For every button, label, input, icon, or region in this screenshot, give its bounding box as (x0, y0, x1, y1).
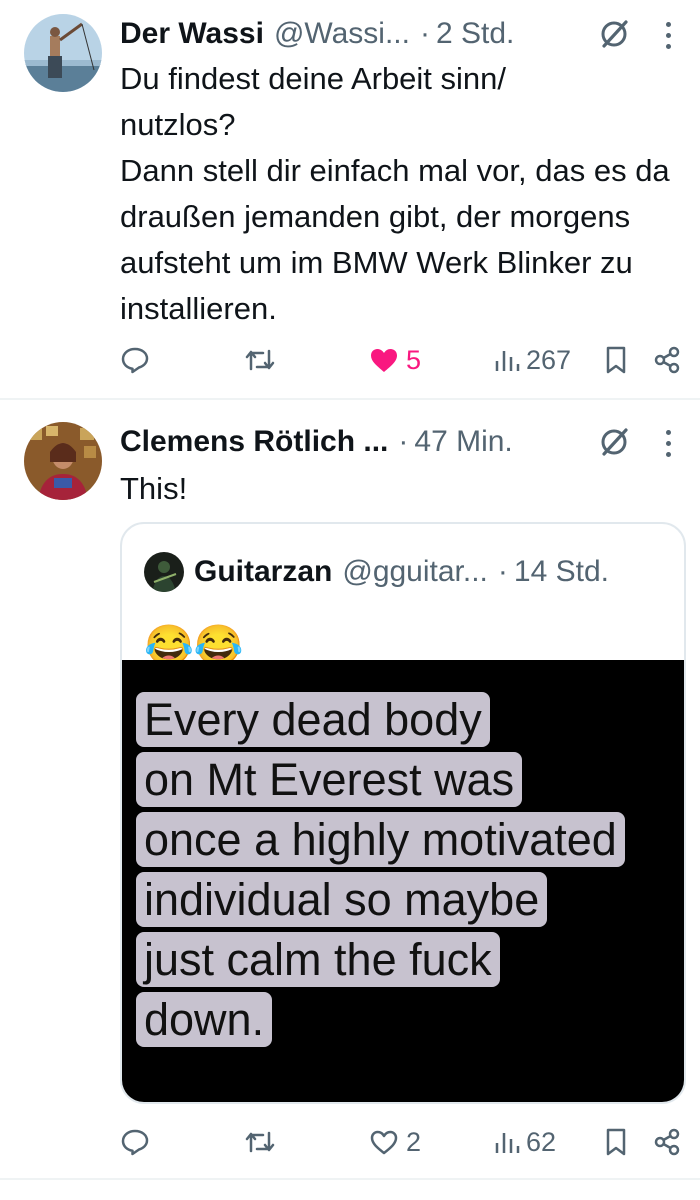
avatar[interactable] (24, 422, 102, 500)
repost-icon (245, 349, 275, 371)
view-count: 267 (526, 344, 572, 375)
meme-line: on Mt Everest was (136, 750, 684, 810)
meme-line: individual so maybe (136, 870, 684, 930)
tweet-1[interactable]: Der Wassi @Wassi... · 2 Std. Du findest … (0, 0, 700, 398)
bookmark-button[interactable] (604, 1122, 628, 1162)
meme-caption: Every dead body on Mt Everest was once a… (136, 690, 684, 1050)
quoted-author-name[interactable]: Guitarzan (194, 555, 332, 589)
bookmark-icon (606, 1128, 626, 1156)
tweet-header: Der Wassi @Wassi... · 2 Std. (120, 14, 680, 54)
views-button[interactable]: 62 (494, 1122, 556, 1162)
timestamp[interactable]: 47 Min. (414, 425, 512, 459)
quoted-avatar[interactable] (144, 552, 184, 592)
like-button[interactable]: 5 (368, 340, 421, 380)
like-count: 5 (406, 344, 422, 375)
like-icon (371, 349, 397, 372)
views-button[interactable]: 267 (494, 340, 571, 380)
quoted-tweet-header: Guitarzan @gguitar... · 14 Std. (144, 552, 609, 592)
reply-icon (121, 1129, 149, 1156)
tweet-header: Clemens Rötlich ... · 47 Min. (120, 422, 680, 462)
repost-icon (245, 1131, 275, 1153)
separator-dot: · (497, 555, 508, 588)
quoted-media-image[interactable]: Every dead body on Mt Everest was once a… (122, 660, 684, 1102)
like-icon (370, 1130, 398, 1155)
views-icon (495, 1133, 520, 1153)
action-bar: 2 62 (0, 1122, 700, 1162)
quoted-timestamp[interactable]: 14 Std. (514, 555, 609, 589)
author-name[interactable]: Der Wassi (120, 17, 264, 51)
author-name[interactable]: Clemens Rötlich ... (120, 425, 388, 459)
meme-line: down. (136, 990, 684, 1050)
tweet-text: This! (120, 471, 188, 506)
quoted-author-handle[interactable]: @gguitar... (342, 555, 488, 589)
grok-icon[interactable] (598, 18, 630, 50)
view-count: 62 (526, 1126, 557, 1157)
timestamp[interactable]: 2 Std. (436, 17, 514, 51)
repost-button[interactable] (244, 1122, 282, 1162)
reply-icon (121, 347, 149, 374)
author-handle[interactable]: @Wassi... (274, 17, 410, 51)
avatar[interactable] (24, 14, 102, 92)
views-icon (495, 351, 520, 371)
more-icon[interactable] (664, 22, 672, 50)
reply-button[interactable] (120, 1122, 156, 1162)
meme-line: Every dead body (136, 690, 684, 750)
quoted-tweet[interactable]: Guitarzan @gguitar... · 14 Std. 😂😂 Every… (120, 522, 686, 1104)
share-button[interactable] (652, 1122, 682, 1162)
tweet-divider (0, 1178, 700, 1180)
bookmark-icon (606, 346, 626, 374)
tweet-text: Du findest deine Arbeit sinn/ nutzlos? D… (120, 61, 670, 326)
separator-dot: · (419, 17, 430, 50)
action-bar: 5 267 (0, 340, 700, 380)
grok-icon[interactable] (598, 426, 630, 458)
like-button[interactable]: 2 (368, 1122, 421, 1162)
bookmark-button[interactable] (604, 340, 628, 380)
separator-dot: · (398, 425, 409, 458)
like-count: 2 (406, 1126, 422, 1157)
share-icon (654, 346, 680, 374)
reply-button[interactable] (120, 340, 156, 380)
meme-line: just calm the fuck (136, 930, 684, 990)
share-icon (654, 1128, 680, 1156)
repost-button[interactable] (244, 340, 282, 380)
more-icon[interactable] (664, 430, 672, 458)
share-button[interactable] (652, 340, 682, 380)
meme-line: once a highly motivated (136, 810, 684, 870)
